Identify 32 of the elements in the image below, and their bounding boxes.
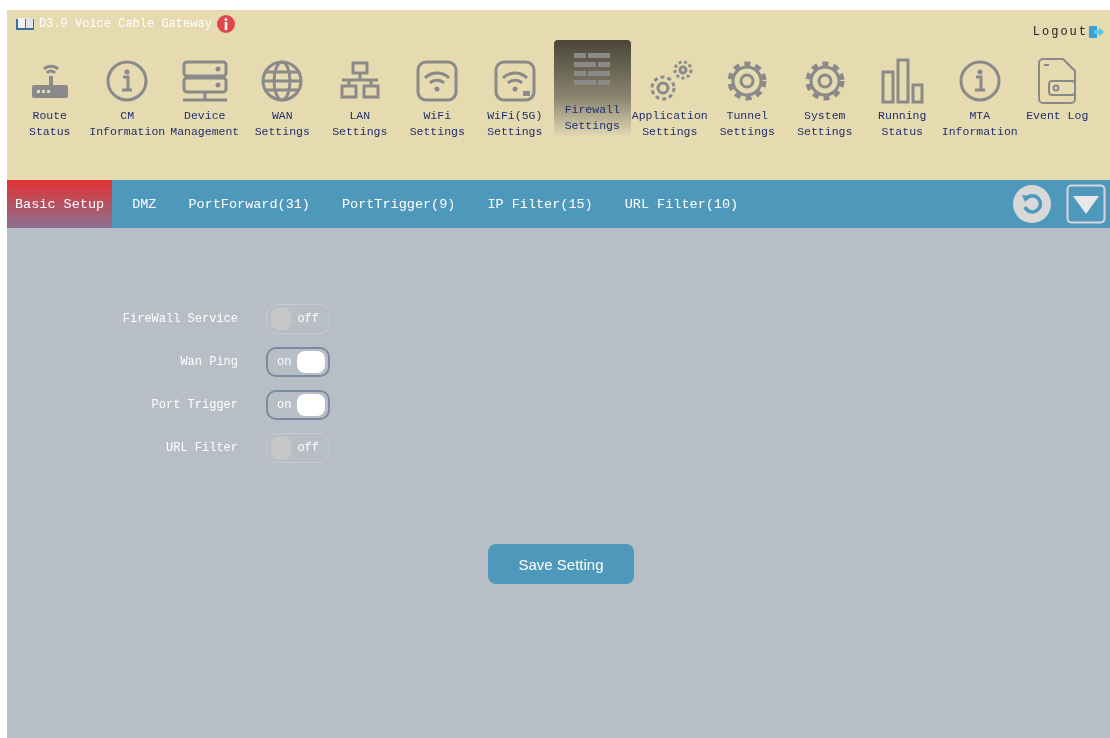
nav-item[interactable]: WAN Settings bbox=[243, 40, 321, 144]
wifi-icon bbox=[415, 59, 460, 103]
info-icon bbox=[105, 59, 150, 103]
nav-item[interactable]: Event Log bbox=[1018, 40, 1096, 144]
bar-chart-icon bbox=[880, 57, 925, 105]
setting-label: URL Filter bbox=[165, 441, 238, 455]
nav-item[interactable]: Running Status bbox=[863, 40, 941, 144]
nav-item[interactable]: WiFi(5G) Settings bbox=[476, 40, 554, 144]
setting-label: Port Trigger bbox=[150, 398, 238, 412]
info-icon bbox=[215, 14, 236, 34]
globe-icon bbox=[260, 59, 305, 103]
nav-item[interactable]: Application Settings bbox=[631, 40, 709, 144]
logout-link[interactable]: Logout bbox=[1032, 25, 1104, 39]
info-icon bbox=[957, 59, 1002, 103]
nav-item[interactable]: WiFi Settings bbox=[398, 40, 476, 144]
nav-item[interactable]: CM Information bbox=[88, 40, 166, 144]
setting-label: Wan Ping bbox=[179, 355, 238, 369]
nav-item[interactable]: Tunnel Settings bbox=[708, 40, 786, 144]
dropdown-icon[interactable] bbox=[1066, 184, 1106, 224]
app-title: D3.0 Voice Cable Gateway bbox=[39, 17, 212, 31]
nav-item[interactable]: MTA Information bbox=[941, 40, 1019, 144]
book-icon bbox=[15, 17, 35, 31]
nav-item[interactable]: LAN Settings bbox=[321, 40, 399, 144]
nav-item[interactable]: Firewall Settings bbox=[553, 40, 631, 136]
wifi-icon bbox=[492, 59, 537, 103]
nav-item[interactable]: Route Status bbox=[11, 40, 89, 144]
refresh-icon[interactable] bbox=[1012, 184, 1052, 224]
nav-item[interactable]: Device Management bbox=[166, 40, 244, 144]
exit-icon bbox=[1088, 25, 1104, 39]
nav-item[interactable]: System Settings bbox=[786, 40, 864, 144]
setting-label: FireWall Service bbox=[121, 312, 238, 326]
tab[interactable]: Basic Setup bbox=[7, 180, 113, 228]
